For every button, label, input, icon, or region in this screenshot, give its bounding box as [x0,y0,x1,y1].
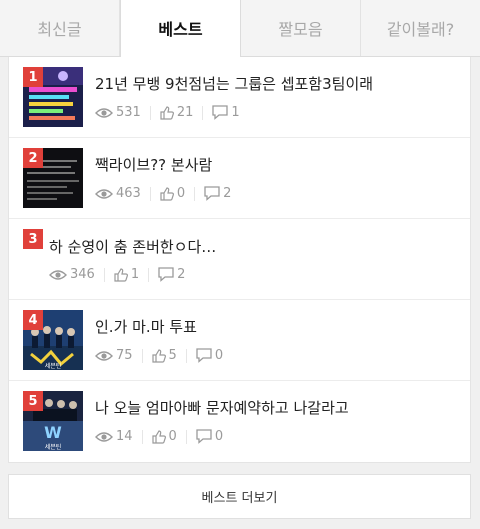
thumbs-up-icon [160,105,174,120]
like-count: 5 [168,348,177,363]
post-title[interactable]: 하 순영이 춤 존버한ㅇ다… [49,236,216,257]
like-count: 0 [168,429,177,444]
tab-gif-collection[interactable]: 짤모음 [241,0,361,56]
post-meta: 14 0 0 [95,429,223,444]
rank-badge: 1 [23,67,43,87]
best-post-list: 1 21년 무뱅 9천점넘는 그룹은 셉포함3팀이래 531 21 1 2 짹라… [8,57,471,463]
tab-latest[interactable]: 최신글 [0,0,120,56]
thumbs-up-icon [160,186,174,201]
eye-icon [95,188,113,200]
post-meta: 346 1 2 [49,267,185,282]
tab-watch-together[interactable]: 같이볼래? [361,0,480,56]
post-title[interactable]: 나 오늘 엄마아빠 문자예약하고 나갈라고 [95,397,349,418]
eye-icon [49,269,67,281]
poster-caption: 세븐틴 [45,443,62,451]
rank-badge: 3 [23,229,43,249]
poster-caption: 세븐틴 [45,362,62,370]
view-count: 463 [116,186,141,201]
like-count: 0 [176,186,186,201]
eye-icon [95,107,113,119]
view-count: 75 [116,348,133,363]
view-count: 346 [70,267,95,282]
comment-count: 0 [214,429,224,444]
rank-badge: 4 [23,310,43,330]
comment-count: 2 [223,186,232,201]
rank-badge: 2 [23,148,43,168]
post-title[interactable]: 21년 무뱅 9천점넘는 그룹은 셉포함3팀이래 [95,73,373,94]
board-tabs: 최신글 베스트 짤모음 같이볼래? [0,0,480,57]
rank-badge: 5 [23,391,43,411]
like-count: 21 [176,105,194,120]
thumbs-up-icon [151,429,166,444]
more-best-button[interactable]: 베스트 더보기 [8,474,471,519]
view-count: 14 [116,429,133,444]
comment-icon [204,186,220,201]
comment-count: 0 [214,348,224,363]
list-item[interactable]: 3 하 순영이 춤 존버한ㅇ다… 346 1 2 [9,219,470,300]
comment-icon [196,348,212,363]
list-item[interactable]: 세븐틴 4 인.가 마.마 투표 75 5 0 [9,300,470,381]
list-item[interactable]: 2 짹라이브?? 본사람 463 0 2 [9,138,470,219]
eye-icon [95,431,113,443]
comment-count: 2 [177,267,186,282]
post-meta: 463 0 2 [95,186,231,201]
post-title[interactable]: 짹라이브?? 본사람 [95,154,212,175]
post-meta: 75 5 0 [95,348,223,363]
like-count: 1 [130,267,140,282]
comment-icon [158,267,174,282]
comment-icon [196,429,212,444]
thumbs-up-icon [151,348,166,363]
post-title[interactable]: 인.가 마.마 투표 [95,316,197,337]
view-count: 531 [116,105,141,120]
comment-icon [212,105,229,120]
comment-count: 1 [231,105,240,120]
eye-icon [95,350,113,362]
thumbs-up-icon [114,267,128,282]
post-meta: 531 21 1 [95,105,240,120]
list-item[interactable]: W 세븐틴 5 나 오늘 엄마아빠 문자예약하고 나갈라고 14 0 0 [9,381,470,462]
tab-best[interactable]: 베스트 [120,0,241,57]
svg-text:W: W [44,423,62,442]
list-item[interactable]: 1 21년 무뱅 9천점넘는 그룹은 셉포함3팀이래 531 21 1 [9,57,470,138]
